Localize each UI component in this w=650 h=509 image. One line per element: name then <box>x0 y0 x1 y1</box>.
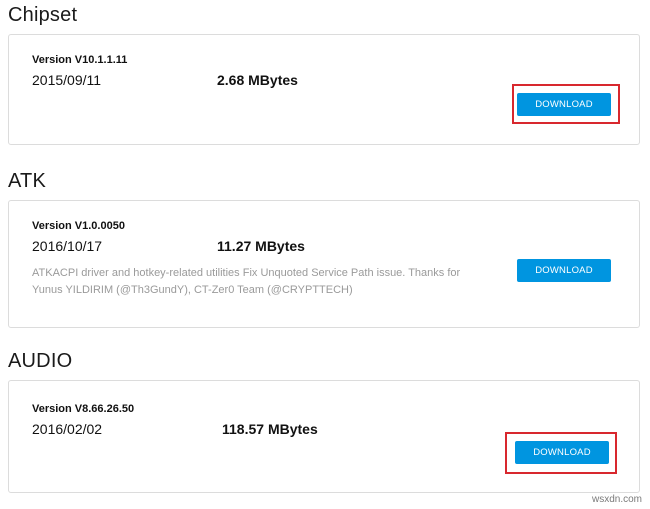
file-size: 11.27 MBytes <box>217 238 305 254</box>
version-label: Version V10.1.1.11 <box>32 54 128 66</box>
release-date: 2016/02/02 <box>32 421 103 437</box>
download-button-atk[interactable]: DOWNLOAD <box>517 259 611 282</box>
version-label: Version V8.66.26.50 <box>32 403 135 415</box>
driver-card-atk: Version V1.0.0050 2016/10/17 11.27 MByte… <box>8 200 640 328</box>
download-button-audio[interactable]: DOWNLOAD <box>515 441 609 464</box>
release-date: 2016/10/17 <box>32 238 103 254</box>
file-size: 2.68 MBytes <box>217 72 298 88</box>
watermark: wsxdn.com <box>591 494 642 505</box>
version-label: Version V1.0.0050 <box>32 220 125 232</box>
file-size: 118.57 MBytes <box>222 421 318 437</box>
release-date: 2015/09/11 <box>32 72 102 88</box>
driver-card-chipset: Version V10.1.1.11 2015/09/11 2.68 MByte… <box>8 34 640 145</box>
section-title-atk: ATK <box>8 170 47 192</box>
section-title-audio: AUDIO <box>8 350 73 372</box>
driver-description: ATKACPI driver and hotkey-related utilit… <box>32 267 461 296</box>
download-button-chipset[interactable]: DOWNLOAD <box>517 93 611 116</box>
driver-card-audio: Version V8.66.26.50 2016/02/02 118.57 MB… <box>8 380 640 493</box>
section-title-chipset: Chipset <box>8 4 78 26</box>
